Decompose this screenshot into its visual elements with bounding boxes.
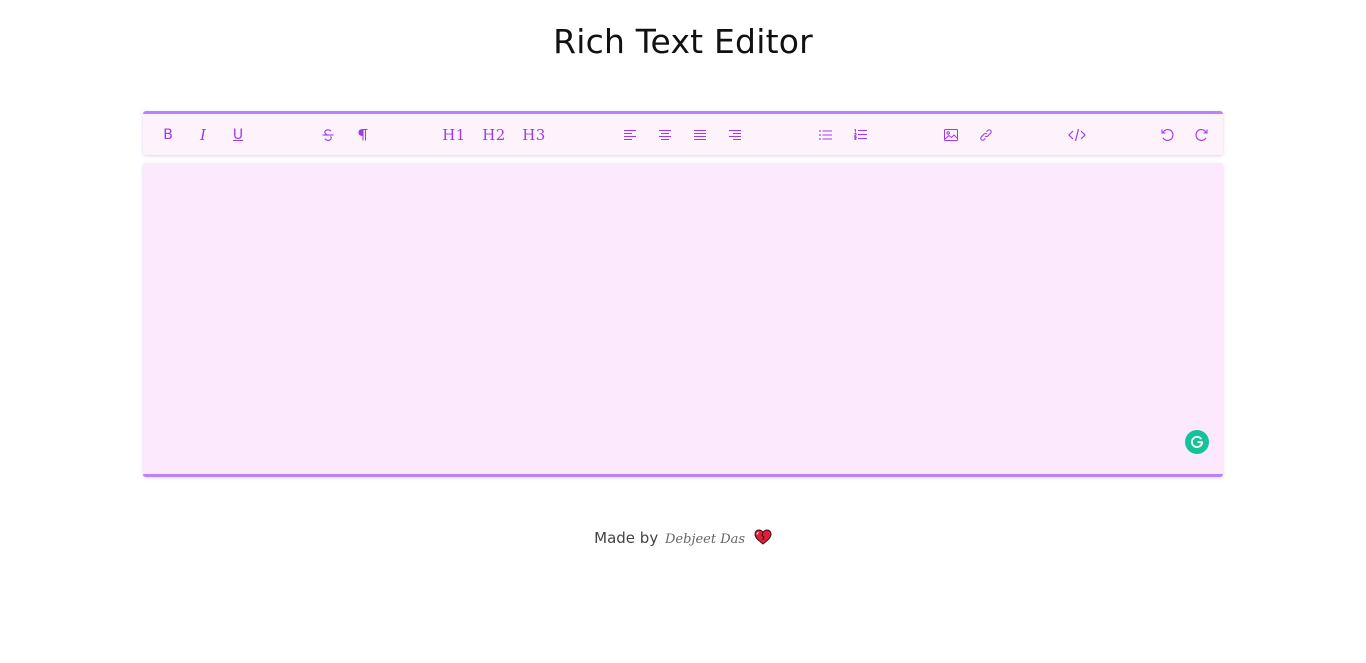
- insert-link-button[interactable]: [974, 114, 998, 155]
- numbered-list-icon: [853, 129, 867, 140]
- link-icon: [980, 128, 992, 141]
- align-right-button[interactable]: [723, 114, 747, 155]
- bold-button[interactable]: B: [156, 114, 180, 155]
- italic-button[interactable]: I: [191, 114, 215, 155]
- undo-icon: [1161, 128, 1174, 141]
- paragraph-icon: [358, 128, 368, 140]
- strikethrough-icon: [322, 128, 334, 141]
- bullet-list-button[interactable]: [813, 114, 837, 155]
- author-name: Debjeet Das: [665, 532, 746, 547]
- heart-icon: [754, 528, 772, 552]
- paragraph-button[interactable]: [351, 114, 375, 155]
- underline-button[interactable]: U: [226, 114, 250, 155]
- page-title: Rich Text Editor: [553, 22, 813, 61]
- numbered-list-button[interactable]: [848, 114, 872, 155]
- code-view-button[interactable]: [1065, 114, 1089, 155]
- heading-3-button[interactable]: H3: [519, 114, 549, 155]
- redo-button[interactable]: [1190, 114, 1214, 155]
- editor-content-area[interactable]: [143, 163, 1223, 477]
- grammarly-icon: [1190, 435, 1204, 449]
- image-icon: [944, 128, 958, 141]
- align-justify-button[interactable]: [688, 114, 712, 155]
- heading-2-button[interactable]: H2: [479, 114, 509, 155]
- bullet-list-icon: [818, 129, 832, 140]
- align-center-icon: [659, 129, 671, 140]
- made-by-label: Made by: [594, 529, 659, 547]
- insert-image-button[interactable]: [939, 114, 963, 155]
- strikethrough-button[interactable]: [316, 114, 340, 155]
- heading-1-button[interactable]: H1: [439, 114, 469, 155]
- align-justify-icon: [694, 129, 706, 140]
- align-left-button[interactable]: [618, 114, 642, 155]
- undo-button[interactable]: [1155, 114, 1179, 155]
- editor-toolbar: B I U H1 H2 H3: [143, 111, 1223, 155]
- grammarly-button[interactable]: [1185, 430, 1209, 454]
- align-center-button[interactable]: [653, 114, 677, 155]
- code-icon: [1068, 128, 1086, 141]
- align-right-icon: [729, 129, 741, 140]
- redo-icon: [1195, 128, 1208, 141]
- footer-credit: Made by Debjeet Das: [0, 526, 1366, 552]
- align-left-icon: [624, 129, 636, 140]
